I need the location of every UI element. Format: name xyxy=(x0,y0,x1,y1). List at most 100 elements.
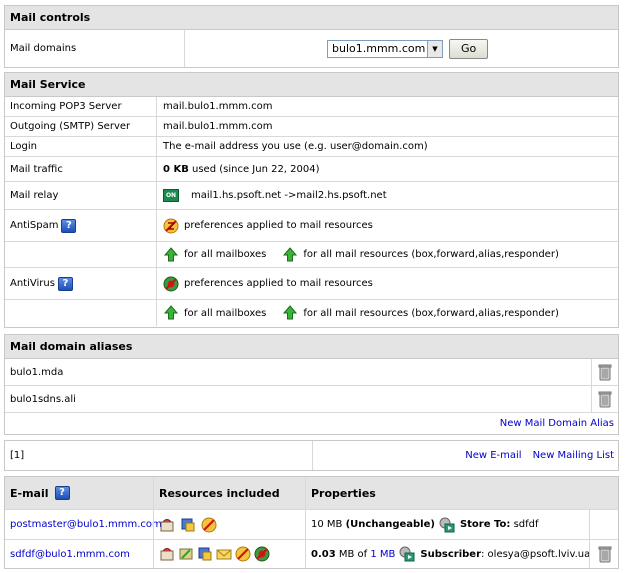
mailbox-icon[interactable] xyxy=(159,517,175,533)
chevron-down-icon[interactable]: ▼ xyxy=(427,40,442,57)
smtp-value: mail.bulo1.mmm.com xyxy=(163,121,273,132)
login-label: Login xyxy=(5,137,157,156)
email-cell: sdfdf@bulo1.mmm.com xyxy=(5,540,152,568)
responder-icon[interactable] xyxy=(178,546,194,562)
new-mail-domain-alias-link[interactable]: New Mail Domain Alias xyxy=(500,418,614,429)
help-icon[interactable]: ? xyxy=(54,486,70,500)
pop3-label: Incoming POP3 Server xyxy=(5,97,157,116)
mail-controls-panel: Mail controls Mail domains bulo1.mmm.com… xyxy=(4,5,619,68)
relay-label: Mail relay xyxy=(5,182,157,209)
email-cell: postmaster@bulo1.mmm.com xyxy=(5,510,162,539)
apply-up-arrow-icon[interactable] xyxy=(163,305,179,321)
envelope-icon[interactable] xyxy=(216,546,232,562)
column-divider xyxy=(312,441,313,470)
alias-name: bulo1sdns.ali xyxy=(10,393,76,405)
antispam-all-mailboxes-link[interactable]: for all mailboxes xyxy=(184,249,266,260)
mail-domains-label: Mail domains xyxy=(5,30,185,67)
traffic-value: 0 KB used (since Jun 22, 2004) xyxy=(158,157,618,181)
table-row: postmaster@bulo1.mmm.com 10 MB (Unchange… xyxy=(5,510,618,540)
antivirus-pref-text: preferences applied to mail resources xyxy=(184,278,373,289)
antispam-icon[interactable] xyxy=(163,218,179,234)
email-address-link[interactable]: sdfdf@bulo1.mmm.com xyxy=(10,549,130,560)
pager-actions: New E-mail New Mailing List xyxy=(460,441,614,470)
aliases-title: Mail domain aliases xyxy=(5,335,618,359)
used-amount: 0.03 xyxy=(311,548,336,560)
email-pager-panel: [1] New E-mail New Mailing List xyxy=(4,440,619,471)
table-row: sdfdf@bulo1.mmm.com 0.03 MB of 1 MB Subs… xyxy=(5,540,618,568)
apply-up-arrow-icon[interactable] xyxy=(282,305,298,321)
relay-value-cell: ON mail1.hs.psoft.net ->mail2.hs.psoft.n… xyxy=(158,182,618,209)
traffic-label: Mail traffic xyxy=(5,157,157,181)
apply-up-arrow-icon[interactable] xyxy=(163,246,179,263)
relay-on-icon[interactable]: ON xyxy=(163,189,179,202)
antispam-pref-cell: preferences applied to mail resources xyxy=(158,210,618,241)
email-address-link[interactable]: postmaster@bulo1.mmm.com xyxy=(10,519,162,530)
antispam-pref-text: preferences applied to mail resources xyxy=(184,220,373,231)
mailbox-icon[interactable] xyxy=(159,546,175,562)
new-alias-cell: New Mail Domain Alias xyxy=(495,413,614,434)
column-divider xyxy=(589,510,590,539)
new-email-link[interactable]: New E-mail xyxy=(465,450,521,461)
trash-icon[interactable] xyxy=(597,363,613,381)
forward-icon[interactable] xyxy=(180,517,196,533)
antispam-icon[interactable] xyxy=(201,517,217,533)
new-alias-row: New Mail Domain Alias xyxy=(5,413,618,434)
antivirus-pref-cell: preferences applied to mail resources xyxy=(158,268,618,299)
relay-row: Mail relay ON mail1.hs.psoft.net ->mail2… xyxy=(5,182,618,210)
aliases-panel: Mail domain aliases bulo1.mda bulo1sdns.… xyxy=(4,334,619,435)
store-to-icon[interactable] xyxy=(439,517,455,533)
properties-cell: 0.03 MB of 1 MB Subscriber: olesya@psoft… xyxy=(306,540,590,568)
antivirus-all-mailboxes-link[interactable]: for all mailboxes xyxy=(184,308,266,319)
antispam-apply-row: for all mailboxes for all mail resources… xyxy=(5,242,618,268)
column-divider xyxy=(591,359,592,385)
antivirus-apply-row: for all mailboxes for all mail resources… xyxy=(5,300,618,326)
column-divider xyxy=(591,386,592,412)
forward-icon[interactable] xyxy=(197,546,213,562)
list-item: bulo1sdns.ali xyxy=(5,386,618,413)
help-icon[interactable]: ? xyxy=(57,276,73,291)
quota-link[interactable]: 1 MB xyxy=(370,549,395,560)
relay-value: mail1.hs.psoft.net ->mail2.hs.psoft.net xyxy=(191,190,387,201)
antispam-apply-empty xyxy=(5,242,157,267)
antispam-apply-cell: for all mailboxes for all mail resources… xyxy=(158,242,618,267)
antivirus-apply-cell: for all mailboxes for all mail resources… xyxy=(158,300,618,326)
domain-selector: bulo1.mmm.com ▼ Go xyxy=(322,30,489,67)
antivirus-icon[interactable] xyxy=(163,276,179,292)
email-table-header: E-mail ? Resources included Properties xyxy=(5,477,618,510)
mail-service-panel: Mail Service Incoming POP3 Server mail.b… xyxy=(4,72,619,328)
subscriber-icon[interactable] xyxy=(399,546,415,562)
mail-controls-title: Mail controls xyxy=(5,6,618,30)
traffic-row: Mail traffic 0 KB used (since Jun 22, 20… xyxy=(5,157,618,182)
trash-icon[interactable] xyxy=(597,390,613,408)
login-row: Login The e-mail address you use (e.g. u… xyxy=(5,137,618,157)
antispam-label: AntiSpam xyxy=(10,220,59,231)
help-icon[interactable]: ? xyxy=(61,218,77,233)
store-to-value: sdfdf xyxy=(513,519,539,530)
apply-up-arrow-icon[interactable] xyxy=(282,246,298,263)
subscriber-label: Subscriber xyxy=(420,548,481,560)
go-button[interactable]: Go xyxy=(449,38,489,59)
antivirus-all-resources-link[interactable]: for all mail resources (box,forward,alia… xyxy=(303,308,558,319)
antispam-row: AntiSpam ? preferences applied to mail r… xyxy=(5,210,618,242)
resources-column-header: Resources included xyxy=(159,486,280,500)
column-divider xyxy=(589,540,590,568)
antispam-label-cell: AntiSpam ? xyxy=(5,210,157,241)
subscriber-value: : olesya@psoft.lviv.ua xyxy=(481,548,591,560)
pop3-value: mail.bulo1.mmm.com xyxy=(163,101,273,112)
new-mailing-list-link[interactable]: New Mailing List xyxy=(533,450,614,461)
mail-service-title: Mail Service xyxy=(5,73,618,97)
mailbox-size: 10 MB xyxy=(311,519,343,530)
properties-cell: 10 MB (Unchangeable) Store To: sdfdf xyxy=(306,510,539,539)
antispam-all-resources-link[interactable]: for all mail resources (box,forward,alia… xyxy=(303,249,558,260)
antivirus-label-cell: AntiVirus ? xyxy=(5,268,157,299)
email-header-label: E-mail xyxy=(10,486,49,500)
domain-select[interactable]: bulo1.mmm.com ▼ xyxy=(327,39,443,58)
login-value: The e-mail address you use (e.g. user@do… xyxy=(163,141,428,152)
antivirus-icon[interactable] xyxy=(254,546,270,562)
antivirus-label: AntiVirus xyxy=(10,278,55,289)
mail-domains-row: Mail domains bulo1.mmm.com ▼ Go xyxy=(5,30,618,67)
antispam-icon[interactable] xyxy=(235,546,251,562)
properties-column-header: Properties xyxy=(311,486,376,500)
list-item: bulo1.mda xyxy=(5,359,618,386)
trash-icon[interactable] xyxy=(597,545,613,563)
